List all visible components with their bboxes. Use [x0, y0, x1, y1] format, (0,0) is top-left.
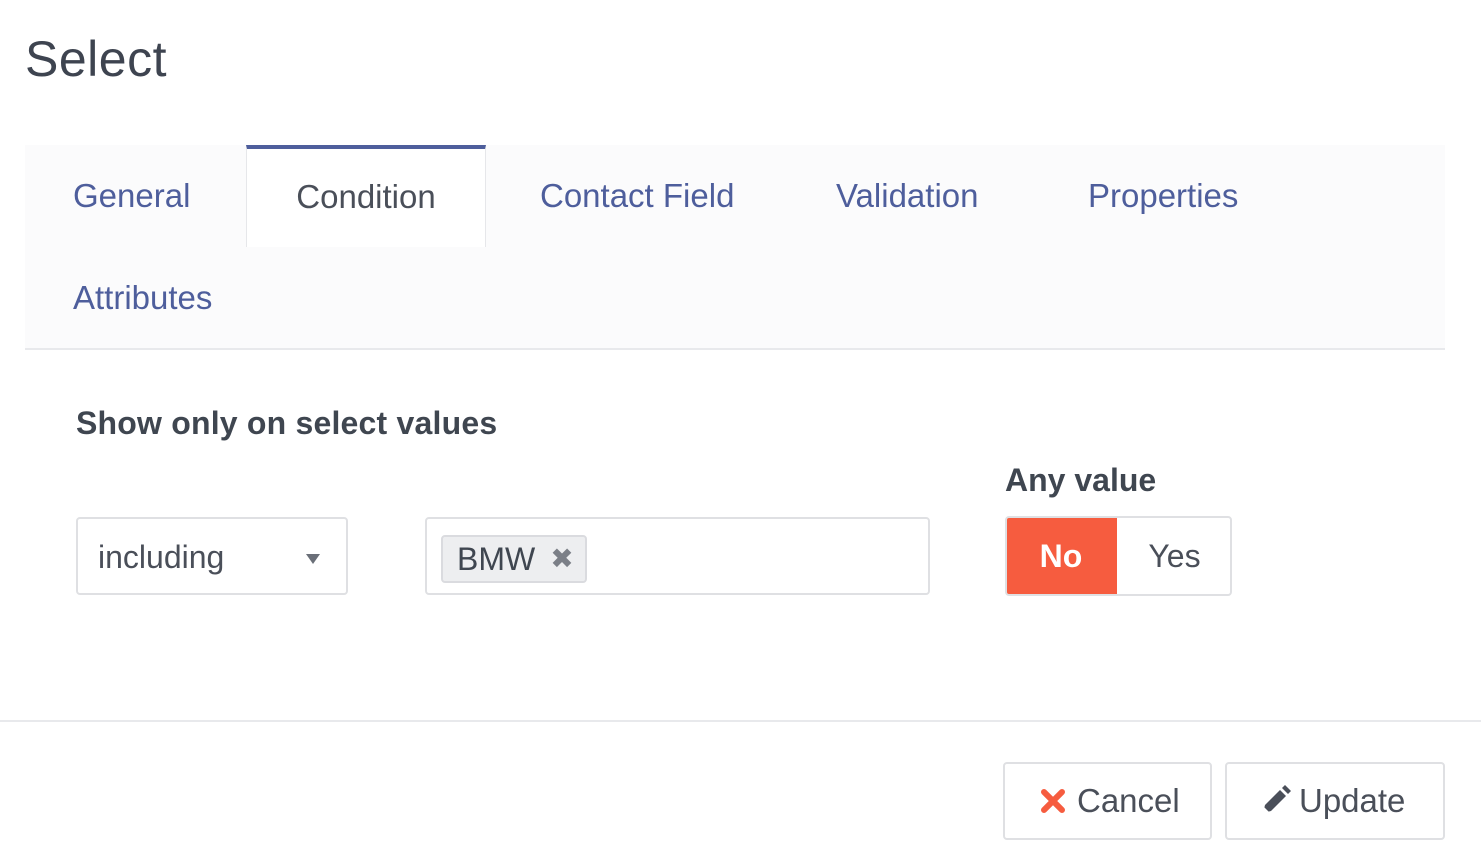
any-value-label: Any value: [1005, 462, 1157, 498]
cancel-button-label: Cancel: [1077, 782, 1180, 819]
operator-select-value: including: [98, 539, 225, 575]
tab-properties[interactable]: Properties: [1088, 177, 1238, 215]
section-label: Show only on select values: [76, 405, 498, 441]
modal-title: Select: [25, 31, 167, 87]
tab-contact-field[interactable]: Contact Field: [540, 177, 734, 215]
footer-divider: [0, 720, 1481, 722]
value-tag-label: BMW: [457, 541, 536, 577]
tab-validation[interactable]: Validation: [836, 177, 979, 215]
tab-general[interactable]: General: [73, 177, 190, 215]
pencil-icon: [1262, 785, 1291, 814]
close-icon[interactable]: ✖: [549, 545, 575, 573]
select-modal: Select General Condition Contact Field V…: [0, 0, 1481, 852]
tab-attributes[interactable]: Attributes: [73, 279, 212, 317]
any-value-yes-button[interactable]: Yes: [1117, 518, 1230, 594]
operator-select[interactable]: including: [76, 517, 348, 595]
any-value-no-button[interactable]: No: [1007, 518, 1117, 594]
update-button-label: Update: [1299, 782, 1406, 819]
close-icon: [1041, 789, 1065, 813]
tab-bar: General Condition Contact Field Validati…: [25, 145, 1445, 350]
update-button[interactable]: Update: [1225, 762, 1445, 840]
values-tag-input[interactable]: BMW ✖: [425, 517, 930, 595]
any-value-toggle: No Yes: [1005, 516, 1232, 596]
caret-down-icon: [306, 554, 320, 564]
tab-condition[interactable]: Condition: [246, 145, 486, 247]
cancel-button[interactable]: Cancel: [1003, 762, 1212, 840]
value-tag: BMW ✖: [441, 535, 587, 583]
